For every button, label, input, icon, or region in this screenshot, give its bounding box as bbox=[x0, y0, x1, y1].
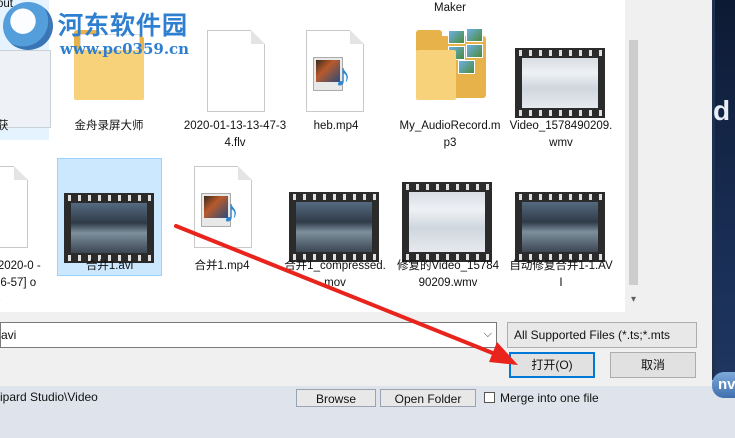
annotation-arrow bbox=[174, 224, 518, 365]
